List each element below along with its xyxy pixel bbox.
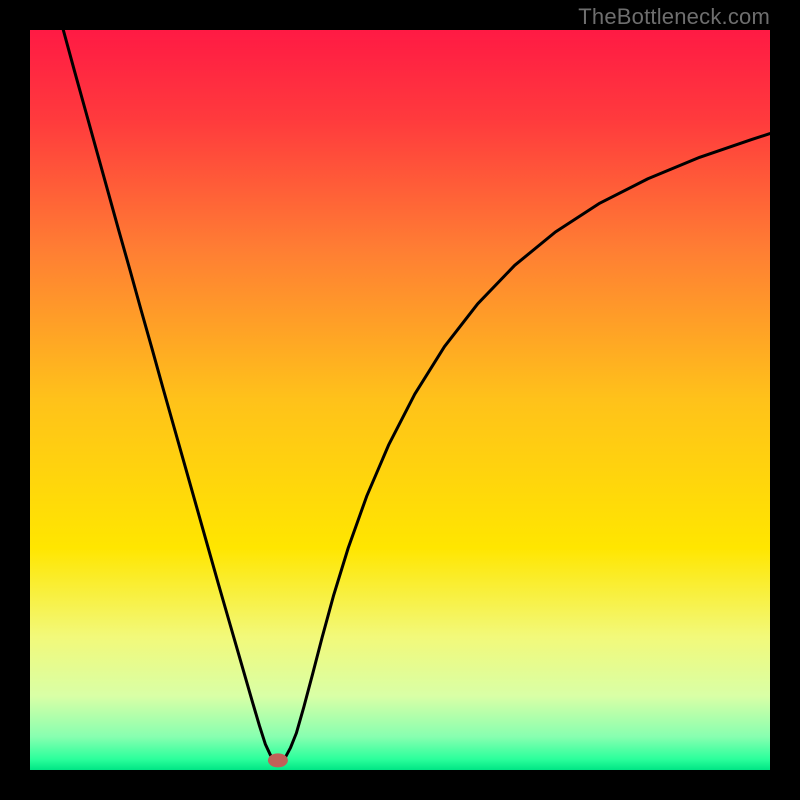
curve-layer xyxy=(30,30,770,770)
chart-frame: TheBottleneck.com xyxy=(0,0,800,800)
watermark-text: TheBottleneck.com xyxy=(578,4,770,30)
bottleneck-curve xyxy=(63,30,770,763)
plot-area xyxy=(30,30,770,770)
minimum-marker xyxy=(268,753,288,767)
